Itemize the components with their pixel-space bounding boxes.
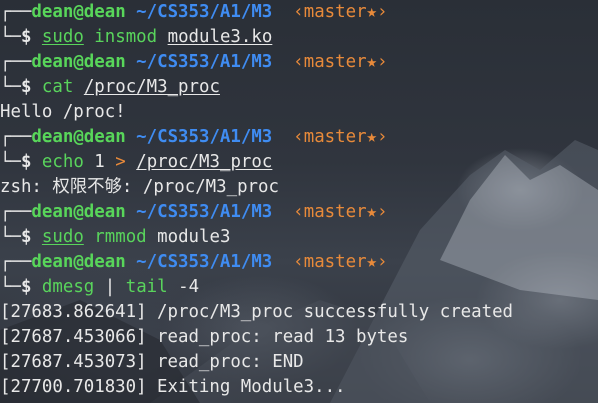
- command-arg: module3: [157, 227, 231, 247]
- command-arg: -4: [178, 277, 200, 297]
- prompt-git-branch: ‹master★›: [293, 252, 388, 272]
- prompt-line: ┌──dean@dean ~/CS353/A1/M3 ‹master★›: [0, 200, 598, 225]
- prompt-git-branch: ‹master★›: [293, 2, 388, 22]
- command-name: echo: [41, 152, 84, 172]
- prompt-top-corner: ┌──: [0, 252, 32, 272]
- output-line: zsh: 权限不够: /proc/M3_proc: [0, 177, 279, 197]
- prompt-line: ┌──dean@dean ~/CS353/A1/M3 ‹master★›: [0, 0, 598, 25]
- prompt-cwd: ~/CS353/A1/M3: [136, 52, 273, 72]
- command-arg: |: [104, 277, 116, 297]
- command-arg: module3.ko: [167, 27, 273, 47]
- command-line[interactable]: └─$ dmesg | tail -4: [0, 275, 598, 300]
- output-line: [27683.862641] /proc/M3_proc successfull…: [0, 302, 514, 322]
- prompt-dollar: $: [20, 277, 32, 297]
- command-arg: /proc/M3_proc: [136, 152, 273, 172]
- command-name: sudo: [41, 27, 84, 47]
- prompt-user: dean: [31, 202, 74, 222]
- output-line: [27687.453066] read_proc: read 13 bytes: [0, 327, 409, 347]
- prompt-at: @: [73, 2, 84, 22]
- prompt-top-corner: ┌──: [0, 52, 32, 72]
- prompt-host: dean: [83, 52, 126, 72]
- prompt-dollar: $: [20, 227, 32, 247]
- prompt-top-corner: ┌──: [0, 127, 32, 147]
- command-name: cat: [41, 77, 74, 97]
- prompt-bottom-corner: └─: [0, 152, 21, 172]
- prompt-host: dean: [83, 127, 126, 147]
- prompt-bottom-corner: └─: [0, 277, 21, 297]
- prompt-user: dean: [31, 127, 74, 147]
- prompt-at: @: [73, 52, 84, 72]
- prompt-line: ┌──dean@dean ~/CS353/A1/M3 ‹master★›: [0, 50, 598, 75]
- prompt-user: dean: [31, 2, 74, 22]
- command-line[interactable]: └─$ echo 1 > /proc/M3_proc: [0, 150, 598, 175]
- command-arg: insmod: [94, 27, 158, 47]
- prompt-bottom-corner: └─: [0, 227, 21, 247]
- prompt-user: dean: [31, 52, 74, 72]
- prompt-host: dean: [83, 202, 126, 222]
- prompt-host: dean: [83, 252, 126, 272]
- prompt-git-branch: ‹master★›: [293, 202, 388, 222]
- prompt-bottom-corner: └─: [0, 77, 21, 97]
- prompt-top-corner: ┌──: [0, 202, 32, 222]
- prompt-at: @: [73, 127, 84, 147]
- command-line[interactable]: └─$ sudo insmod module3.ko: [0, 25, 598, 50]
- prompt-line: ┌──dean@dean ~/CS353/A1/M3 ‹master★›: [0, 250, 598, 275]
- command-arg: >: [115, 152, 126, 172]
- command-name: sudo: [41, 227, 84, 247]
- prompt-git-branch: ‹master★›: [293, 52, 388, 72]
- prompt-git-branch: ‹master★›: [293, 127, 388, 147]
- prompt-cwd: ~/CS353/A1/M3: [136, 127, 273, 147]
- prompt-cwd: ~/CS353/A1/M3: [136, 202, 273, 222]
- prompt-at: @: [73, 202, 84, 222]
- command-arg: tail: [125, 277, 168, 297]
- command-line[interactable]: └─$ sudo rmmod module3: [0, 225, 598, 250]
- prompt-cwd: ~/CS353/A1/M3: [136, 252, 273, 272]
- command-arg: 1: [94, 152, 105, 172]
- command-arg: rmmod: [94, 227, 147, 247]
- prompt-dollar: $: [20, 77, 32, 97]
- prompt-at: @: [73, 252, 84, 272]
- output-line: [27700.701830] Exiting Module3...: [0, 377, 346, 397]
- command-arg: /proc/M3_proc: [83, 77, 220, 97]
- prompt-bottom-corner: └─: [0, 27, 21, 47]
- prompt-host: dean: [83, 2, 126, 22]
- prompt-user: dean: [31, 252, 74, 272]
- prompt-dollar: $: [20, 27, 32, 47]
- output-line: [27687.453073] read_proc: END: [0, 352, 304, 372]
- prompt-line: ┌──dean@dean ~/CS353/A1/M3 ‹master★›: [0, 125, 598, 150]
- prompt-top-corner: ┌──: [0, 2, 32, 22]
- command-line[interactable]: └─$ cat /proc/M3_proc: [0, 75, 598, 100]
- prompt-cwd: ~/CS353/A1/M3: [136, 2, 273, 22]
- output-line: Hello /proc!: [0, 102, 126, 122]
- terminal[interactable]: ┌──dean@dean ~/CS353/A1/M3 ‹master★› └─$ …: [0, 0, 598, 400]
- prompt-dollar: $: [20, 152, 32, 172]
- command-name: dmesg: [41, 277, 95, 297]
